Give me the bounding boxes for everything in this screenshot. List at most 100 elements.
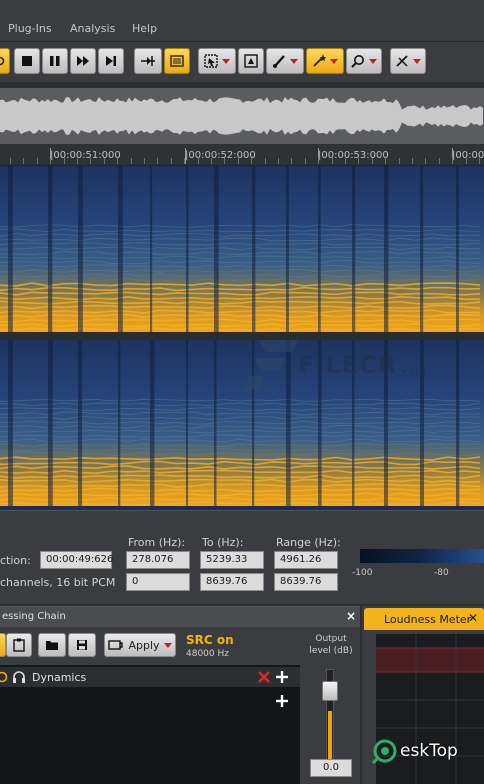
transient-column [420,166,424,332]
processing-chain-panel: essing Chain × Apply SRC on 48000 Hz Out… [0,606,360,784]
transient-column [78,166,83,332]
selection-icon [204,54,218,68]
menu-help[interactable]: Help [132,22,157,35]
transient-column [118,166,123,332]
chevron-down-icon [413,58,421,64]
output-level-label: Output level (dB) [300,633,362,657]
loop-button[interactable] [0,48,10,74]
ruler-label: |00:00:51:000 [50,150,121,161]
save-icon [77,640,87,650]
output-level-value[interactable]: 0.0 [310,759,352,777]
loudness-meter-title: Loudness Meter [384,613,472,626]
overview-waveform[interactable] [0,88,484,144]
output-level-slider-thumb[interactable] [322,681,338,701]
logo-icon [372,739,397,764]
ruler-minor-tick [278,158,279,164]
save-preset-button[interactable] [68,633,96,657]
pause-button[interactable] [42,48,68,74]
plugin-row-dynamics[interactable]: Dynamics [0,667,300,687]
time-ruler[interactable]: |00:00:51:000 |00:00:52:000 |00:00:53:00… [0,144,484,166]
paste-button[interactable] [6,633,32,657]
transient-column [214,340,217,506]
ruler-minor-tick [10,158,11,164]
transient-column [186,166,189,332]
add-plugin-icon[interactable] [276,695,288,707]
add-plugin-icon[interactable] [276,671,288,683]
colormap-label-mid: -80 [434,568,449,578]
ruler-minor-tick [439,158,440,164]
chevron-down-icon [222,58,230,64]
selection-time-field[interactable]: 00:00:49:626 [40,551,113,569]
selection-tool-button[interactable] [198,48,236,74]
marker-icon [396,55,408,67]
colormap-label-low: -100 [352,568,373,578]
from-hz-field-2[interactable]: 0 [126,573,190,591]
ruler-minor-tick [318,158,319,164]
range-hz-field-2[interactable]: 8639.76 [274,573,338,591]
to-hz-field-2[interactable]: 8639.76 [200,573,264,591]
spectrogram-view[interactable]: FILECR .com [0,166,484,510]
ruler-minor-tick [385,158,386,164]
spectrogram-channel-left [0,166,484,332]
ruler-minor-tick [452,158,453,164]
to-hz-field[interactable]: 5239.33 [200,551,264,569]
remove-plugin-icon[interactable] [258,671,270,683]
transient-column [214,166,219,332]
snap-icon [141,56,155,66]
transient-column [48,166,53,332]
ruler-minor-tick [50,158,51,164]
loudness-meter-tab[interactable]: Loudness Meter ✕ [364,608,484,630]
spectral-view-button[interactable] [164,48,190,74]
snap-button[interactable] [134,48,162,74]
transient-column [150,166,153,332]
watermark-logo-icon [244,340,298,390]
menu-analysis[interactable]: Analysis [70,22,115,35]
folder-icon [46,641,58,650]
stop-button[interactable] [14,48,40,74]
ruler-minor-tick [157,158,158,164]
ruler-minor-tick [291,158,292,164]
apply-button[interactable]: Apply [104,633,176,657]
stop-icon [22,56,32,66]
overview-waveform-shape [0,97,483,135]
transient-column [352,166,356,332]
marker-tool-button[interactable] [390,48,426,74]
plugin-list: Dynamics [0,665,300,784]
fast-forward-icon [77,56,89,66]
marquee-tool-button[interactable] [238,48,264,74]
ruler-minor-tick [184,158,185,164]
output-level-fill [328,711,332,762]
from-hz-field[interactable]: 278.076 [126,551,190,569]
colormap-bar [360,549,484,563]
ruler-label: |00:00:52:000 [185,150,256,161]
ruler-minor-tick [211,158,212,164]
magic-wand-button[interactable] [306,48,344,74]
menu-plugins[interactable]: Plug-Ins [8,22,52,35]
range-hz-label: Range (Hz): [276,536,341,549]
close-icon[interactable]: × [346,609,356,623]
src-rate: 48000 Hz [186,649,229,659]
fast-forward-button[interactable] [70,48,96,74]
ruler-minor-tick [399,158,400,164]
transient-column [118,340,121,506]
close-icon[interactable]: ✕ [468,611,478,625]
transient-column [150,340,155,506]
open-preset-button[interactable] [38,633,66,657]
toolbar [0,42,484,82]
skip-end-button[interactable] [98,48,124,74]
transient-column [8,166,13,332]
src-status[interactable]: SRC on [186,633,234,647]
pause-icon [50,56,60,66]
ruler-minor-tick [90,158,91,164]
ruler-label: |00:00:53:000 [318,150,389,161]
brush-tool-button[interactable] [266,48,304,74]
range-hz-field[interactable]: 4961.26 [274,551,338,569]
output-level-label-line-2: level (dB) [309,646,353,656]
power-icon[interactable] [0,671,8,683]
apply-label: Apply [128,638,160,652]
format-label: channels, 16 bit PCM [0,576,116,589]
transient-column [286,166,289,332]
desktop-logo: eskTop [372,738,458,764]
zoom-tool-button[interactable] [346,48,382,74]
headphones-icon[interactable] [12,670,26,684]
